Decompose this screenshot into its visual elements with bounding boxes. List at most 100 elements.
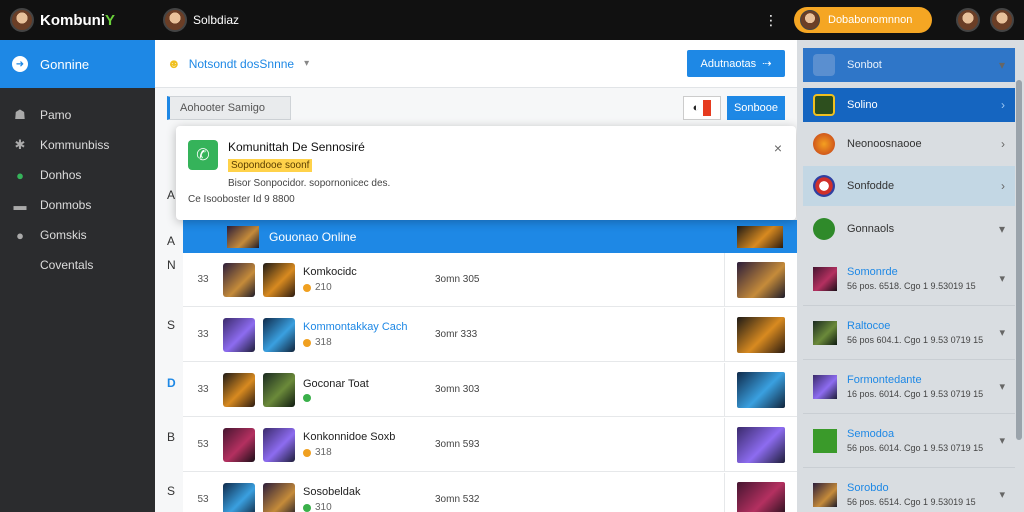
toast-footer: Ce Isooboster Id 9 8800 bbox=[188, 194, 295, 205]
row-sub: 318 bbox=[315, 337, 332, 348]
row-letter: S bbox=[167, 484, 176, 498]
right-list-item[interactable]: Sorobdo 56 pos. 6514. Cgo 1 9.53019 15 ▾ bbox=[803, 468, 1015, 512]
scrollbar[interactable] bbox=[1016, 80, 1022, 440]
status-dot bbox=[303, 283, 311, 292]
list-item[interactable]: 53 Konkonnidoe Soxb 318 3omn 593 bbox=[183, 417, 797, 472]
chevron-down-icon: ▾ bbox=[998, 222, 1005, 236]
right-item-gonnaols[interactable]: Gonnaols ▾ bbox=[803, 210, 1015, 248]
row-rank: 53 bbox=[197, 439, 209, 450]
right-list-item[interactable]: Semodoa 56 pos. 6014. Cgo 1 9.53 0719 15 … bbox=[803, 414, 1015, 468]
row-name: Sosobeldak bbox=[303, 486, 361, 498]
item-thumbnail bbox=[813, 320, 837, 345]
home-icon: ➜ bbox=[12, 56, 28, 72]
list-item[interactable]: 33 Goconar Toat 3omn 303 bbox=[183, 362, 797, 417]
filter-toggle-button[interactable]: ◐ bbox=[683, 96, 721, 120]
item-thumbnail bbox=[813, 428, 837, 453]
filter-icon: ◐ bbox=[692, 102, 700, 114]
right-item-neonoos[interactable]: Neonoosnaooe › bbox=[803, 126, 1015, 162]
secondary-button[interactable]: Sonbooe bbox=[727, 96, 785, 120]
toast-title: Komunittah De Sennosiré bbox=[228, 140, 365, 154]
chevron-down-icon: ▾ bbox=[999, 273, 1005, 285]
close-icon[interactable]: × bbox=[774, 140, 782, 156]
circle-icon: ● bbox=[16, 227, 24, 243]
orb-icon bbox=[813, 133, 835, 155]
row-avatar bbox=[263, 482, 295, 512]
friend-avatar[interactable] bbox=[956, 8, 980, 32]
sidebar-item-label: Gomskis bbox=[40, 228, 87, 242]
row-letter: A bbox=[167, 188, 176, 202]
row-score: 3omr 333 bbox=[435, 329, 478, 340]
sidebar-item-coventals[interactable]: Coventals bbox=[0, 250, 155, 280]
selected-thumbnail bbox=[227, 225, 259, 248]
profile-avatar[interactable] bbox=[990, 8, 1014, 32]
row-name: Kommontakkay Cach bbox=[303, 321, 408, 333]
chat-bubble-icon: ✆ bbox=[188, 140, 218, 170]
row-avatar bbox=[263, 317, 295, 352]
pill-avatar bbox=[800, 10, 820, 30]
target-icon bbox=[813, 175, 835, 197]
user-group-icon: ☗ bbox=[14, 107, 26, 122]
chevron-down-icon: ▾ bbox=[999, 435, 1005, 447]
sidebar-item-donmobs[interactable]: ▬ Donmobs bbox=[0, 190, 155, 220]
sidebar-header-label: Gonnine bbox=[40, 56, 90, 72]
sidebar-item-donhos[interactable]: ● Donhos bbox=[0, 160, 155, 190]
row-letter: D bbox=[167, 376, 176, 390]
sidebar-item-label: Kommunbiss bbox=[40, 138, 110, 152]
item-thumbnail bbox=[813, 374, 837, 399]
row-preview-image bbox=[737, 481, 785, 512]
user-name: Solbdiaz bbox=[193, 13, 240, 27]
row-preview-image bbox=[737, 261, 785, 298]
sidebar-item-pamo[interactable]: ☗ Pamo bbox=[0, 100, 155, 130]
list-item[interactable]: 53 Sosobeldak 310 3omn 532 bbox=[183, 472, 797, 512]
sidebar-header[interactable]: ➜ Gonnine bbox=[0, 40, 155, 88]
right-item-solino[interactable]: Solino › bbox=[803, 88, 1015, 122]
badge-icon bbox=[813, 94, 835, 116]
logo-avatar bbox=[10, 8, 34, 32]
pill-label: Dobabonomnnon bbox=[828, 14, 913, 26]
selected-label: Gouonao Online bbox=[269, 229, 357, 244]
row-rank: 33 bbox=[197, 274, 209, 285]
row-preview-image bbox=[737, 426, 785, 463]
row-preview-image bbox=[737, 316, 785, 353]
selected-list-item[interactable]: Gouonao Online bbox=[183, 220, 797, 253]
smiley-icon: ☻ bbox=[167, 56, 181, 71]
chevron-right-icon: › bbox=[1001, 137, 1005, 151]
card-icon: ▬ bbox=[13, 197, 27, 213]
row-sub: 318 bbox=[315, 447, 332, 458]
row-name: Komkocidc bbox=[303, 266, 357, 278]
list-item[interactable]: 33 Kommontakkay Cach 318 3omr 333 bbox=[183, 307, 797, 362]
right-list-item[interactable]: Somonrde 56 pos. 6518. Cgo 1 9.53019 15 ▾ bbox=[803, 252, 1015, 306]
primary-action-button[interactable]: Adutnaotas ⇢ bbox=[687, 50, 785, 77]
content-header: ☻ Notsondt dosSnnne ▾ Adutnaotas ⇢ bbox=[155, 40, 797, 88]
right-list-item[interactable]: Raltocoe 56 pos 604.1. Cgo 1 9.53 0719 15… bbox=[803, 306, 1015, 360]
search-input[interactable]: Aohooter Samigo bbox=[167, 96, 291, 120]
chevron-down-icon: ▾ bbox=[999, 489, 1005, 501]
row-name: Konkonnidoe Soxb bbox=[303, 431, 396, 443]
sidebar-item-label: Donhos bbox=[40, 168, 82, 182]
dots-icon[interactable]: ⋮ bbox=[764, 12, 778, 29]
row-thumbnail bbox=[223, 372, 255, 407]
status-dot bbox=[303, 338, 311, 347]
sidebar-item-kommunbiss[interactable]: ✱ Kommunbiss bbox=[0, 130, 155, 160]
current-user[interactable]: Solbdiaz bbox=[163, 8, 239, 32]
list-item[interactable]: 33 Komkocidc 210 3omn 305 bbox=[183, 252, 797, 307]
right-list-item[interactable]: Formontedante 16 pos. 6014. Cgo 1 9.53 07… bbox=[803, 360, 1015, 414]
top-bar: KombuniY Solbdiaz ⋮ Dobabonomnnon bbox=[0, 0, 1024, 40]
top-right-controls: ⋮ Dobabonomnnon bbox=[764, 7, 1024, 33]
right-item-sonfodde[interactable]: Sonfodde › bbox=[803, 166, 1015, 206]
color-swatch bbox=[703, 100, 712, 116]
sidebar-item-label: Pamo bbox=[40, 108, 72, 122]
row-sub: 210 bbox=[315, 282, 332, 293]
row-sub: 310 bbox=[315, 502, 332, 512]
row-letter: A bbox=[167, 234, 176, 248]
row-thumbnail bbox=[223, 427, 255, 462]
chevron-down-icon[interactable]: ▾ bbox=[304, 58, 309, 69]
sidebar-item-gomskis[interactable]: ● Gomskis bbox=[0, 220, 155, 250]
row-score: 3omn 532 bbox=[435, 494, 480, 505]
profile-pill-button[interactable]: Dobabonomnnon bbox=[794, 7, 932, 33]
sidebar-item-label: Donmobs bbox=[40, 198, 92, 212]
item-thumbnail bbox=[813, 482, 837, 507]
toast-message: Bisor Sonpocidor. sopornonicec des. bbox=[228, 178, 391, 189]
right-item-sonbot[interactable]: Sonbot ▾ bbox=[803, 48, 1015, 82]
app-logo[interactable]: KombuniY bbox=[0, 8, 155, 32]
